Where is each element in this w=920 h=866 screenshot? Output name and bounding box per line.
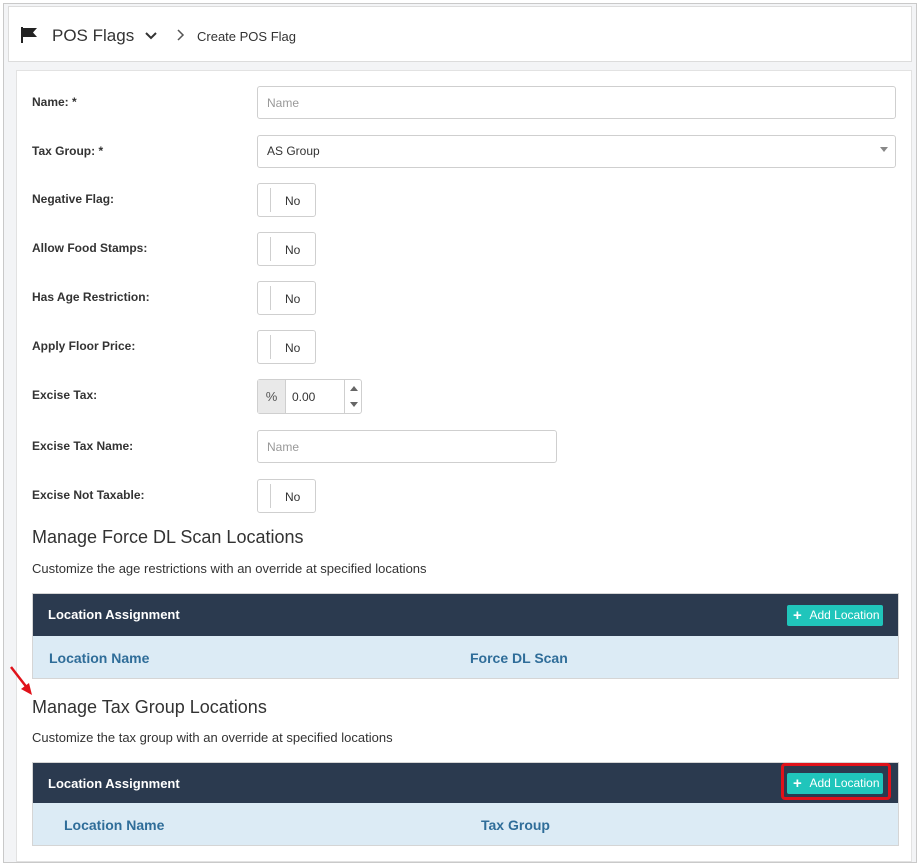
- chevron-right-icon: [177, 29, 185, 41]
- caret-down-icon: [880, 147, 888, 152]
- allow-food-stamps-toggle[interactable]: No: [257, 232, 316, 266]
- excise-tax-input[interactable]: % 0.00: [257, 379, 362, 414]
- percent-addon: %: [258, 380, 286, 413]
- toggle-knob: [264, 188, 271, 212]
- excise-tax-value[interactable]: 0.00: [292, 390, 315, 404]
- apply-floor-price-label: Apply Floor Price:: [32, 339, 136, 353]
- breadcrumb: Create POS Flag: [197, 29, 296, 44]
- table-header: Location Assignment + Add Location: [33, 763, 898, 803]
- tax-group-label: Tax Group: *: [32, 144, 104, 158]
- tax-group-section-title: Manage Tax Group Locations: [32, 697, 267, 717]
- toggle-knob: [264, 484, 271, 508]
- toggle-value: No: [285, 243, 301, 257]
- tax-group-section-subtitle: Customize the tax group with an override…: [32, 730, 393, 745]
- excise-not-taxable-toggle[interactable]: No: [257, 479, 316, 513]
- column-location-name[interactable]: Location Name: [49, 650, 149, 666]
- column-tax-group[interactable]: Tax Group: [481, 817, 550, 833]
- column-header-row: Location Name Force DL Scan: [33, 636, 898, 678]
- name-label: Name: *: [32, 95, 77, 109]
- tax-group-select[interactable]: AS Group: [257, 135, 896, 168]
- toggle-value: No: [285, 490, 301, 504]
- negative-flag-label: Negative Flag:: [32, 192, 115, 206]
- table-header: Location Assignment + Add Location: [33, 594, 898, 636]
- toggle-value: No: [285, 194, 301, 208]
- chevron-down-icon[interactable]: [144, 30, 158, 42]
- has-age-restriction-label: Has Age Restriction:: [32, 290, 150, 304]
- page-header: POS Flags Create POS Flag: [8, 6, 912, 62]
- negative-flag-toggle[interactable]: No: [257, 183, 316, 217]
- tax-group-value: AS Group: [267, 144, 320, 158]
- arrow-annotation-icon: [10, 666, 32, 695]
- has-age-restriction-toggle[interactable]: No: [257, 281, 316, 315]
- force-dl-section-subtitle: Customize the age restrictions with an o…: [32, 561, 427, 576]
- tax-group-table: Location Assignment + Add Location Locat…: [32, 762, 899, 846]
- apply-floor-price-toggle[interactable]: No: [257, 330, 316, 364]
- excise-tax-name-input[interactable]: [257, 430, 557, 463]
- toggle-knob: [264, 286, 271, 310]
- force-dl-section-title: Manage Force DL Scan Locations: [32, 527, 304, 547]
- excise-tax-label: Excise Tax:: [32, 388, 98, 402]
- table-title: Location Assignment: [48, 607, 180, 622]
- toggle-value: No: [285, 292, 301, 306]
- highlight-annotation: [781, 763, 891, 800]
- plus-icon: +: [793, 607, 802, 624]
- table-title: Location Assignment: [48, 776, 180, 791]
- column-header-row: Location Name Tax Group: [33, 803, 898, 845]
- toggle-value: No: [285, 341, 301, 355]
- flag-icon: [21, 27, 37, 43]
- excise-not-taxable-label: Excise Not Taxable:: [32, 488, 145, 502]
- spinner-down-icon[interactable]: [350, 402, 358, 407]
- column-location-name[interactable]: Location Name: [64, 817, 164, 833]
- number-spinner[interactable]: [344, 380, 362, 413]
- toggle-knob: [264, 237, 271, 261]
- name-input[interactable]: [257, 86, 896, 119]
- add-location-label: Add Location: [809, 608, 880, 622]
- column-force-dl-scan[interactable]: Force DL Scan: [470, 650, 568, 666]
- page-title[interactable]: POS Flags: [52, 26, 134, 46]
- spinner-up-icon[interactable]: [350, 386, 358, 391]
- excise-tax-name-label: Excise Tax Name:: [32, 439, 134, 453]
- allow-food-stamps-label: Allow Food Stamps:: [32, 241, 148, 255]
- add-location-button[interactable]: + Add Location: [787, 605, 883, 626]
- toggle-knob: [264, 335, 271, 359]
- force-dl-table: Location Assignment + Add Location Locat…: [32, 593, 899, 679]
